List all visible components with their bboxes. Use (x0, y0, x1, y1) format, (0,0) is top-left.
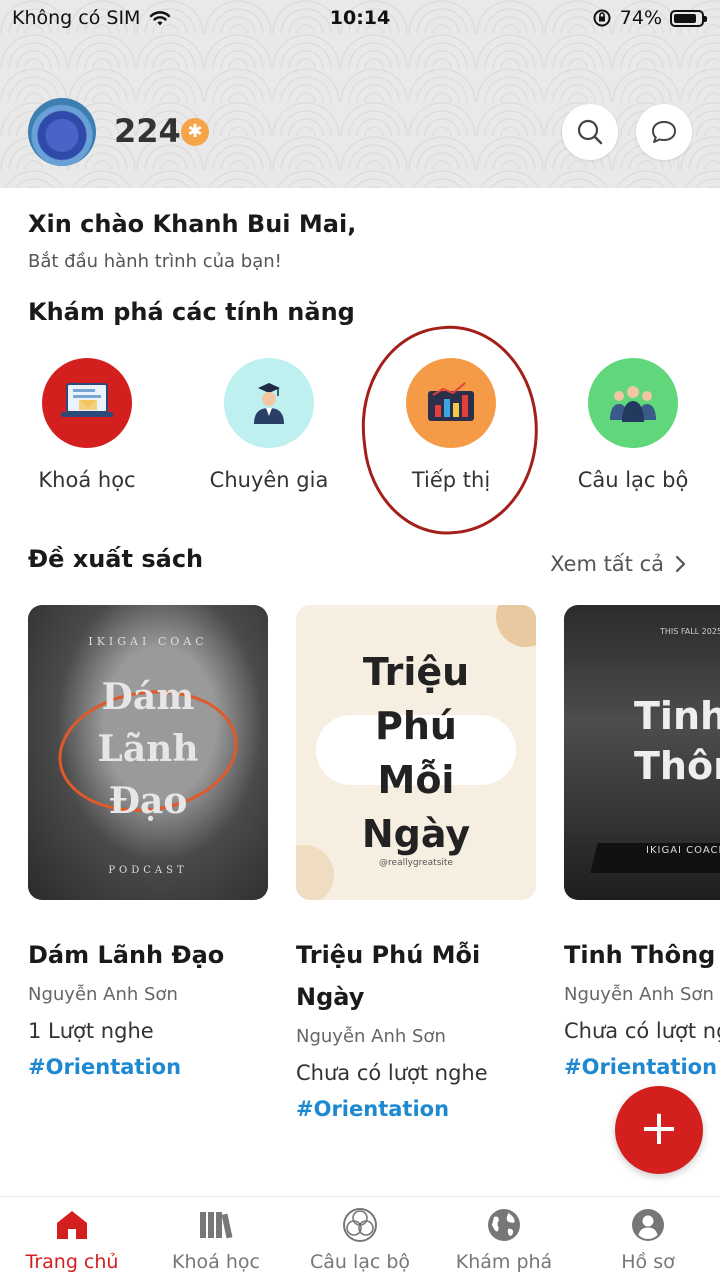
cover-title-line: Dám (101, 676, 195, 718)
book-card[interactable]: IKIGAI COAC Dám Lãnh Đạo PODCAST Dám Lãn… (28, 605, 268, 1079)
expert-icon (224, 358, 314, 448)
nav-label: Khám phá (455, 1251, 553, 1273)
cover-title-line: Phú (375, 704, 457, 748)
nav-item-profile[interactable]: Hồ sơ (576, 1197, 720, 1280)
feature-courses[interactable]: Khoá học (0, 358, 177, 492)
plus-icon: + (638, 1100, 680, 1156)
cover-top-text: IKIGAI COAC (88, 635, 208, 648)
cover-title-line: Tinh (634, 694, 720, 738)
feature-label: Chuyên gia (209, 468, 329, 492)
cover-site: @reallygreatsite (379, 858, 453, 868)
search-button[interactable] (562, 104, 618, 160)
see-all-link[interactable]: Xem tất cả (550, 552, 686, 576)
book-tag[interactable]: #Orientation (28, 1055, 268, 1079)
book-cover[interactable]: IKIGAI COAC Dám Lãnh Đạo PODCAST (28, 605, 268, 900)
book-title: Triệu Phú Mỗi Ngày (296, 941, 481, 1011)
nav-label: Khoá học (172, 1251, 260, 1273)
cover-small-text: THIS FALL 2025 (660, 627, 720, 636)
battery-percent: 74% (619, 7, 662, 29)
cover-decoration (496, 605, 536, 647)
cover-title: Dám Lãnh Đạo (28, 671, 268, 827)
greeting-subtitle: Bắt đầu hành trình của bạn! (28, 251, 282, 272)
book-tag[interactable]: #Orientation (296, 1097, 536, 1121)
book-cover[interactable]: Triệu Phú Mỗi Ngày @reallygreatsite (296, 605, 536, 900)
see-all-label: Xem tất cả (550, 552, 664, 576)
club-icon (588, 358, 678, 448)
nav-item-home[interactable]: Trang chủ (0, 1197, 144, 1280)
book-author: Nguyễn Anh Sơn (28, 984, 178, 1005)
battery-icon (670, 9, 707, 27)
book-listens: Chưa có lượt nghe (296, 1061, 488, 1085)
highlight-annotation (351, 317, 549, 543)
bottom-nav: Trang chủ Khoá học Câu lạc bộ Khám phá H… (0, 1196, 720, 1280)
cover-stage-text: IKIGAI COACH (646, 845, 720, 856)
nav-label: Câu lạc bộ (309, 1251, 411, 1273)
coin-icon: ✱ (181, 118, 209, 146)
cover-title-line: Mỗi (377, 758, 455, 802)
status-bar: Không có SIM 10:14 74% (0, 0, 720, 36)
book-listens: 1 Lượt nghe (28, 1019, 154, 1043)
books-icon (144, 1207, 288, 1243)
cover-title-line: Lãnh (97, 728, 199, 770)
feature-experts[interactable]: Chuyên gia (179, 358, 359, 492)
features-title: Khám phá các tính năng (28, 298, 355, 326)
feature-clubs[interactable]: Câu lạc bộ (543, 358, 720, 492)
cover-title-line: Ngày (361, 812, 471, 856)
book-tag[interactable]: #Orientation (564, 1055, 720, 1079)
cover-title-line: Thôn (634, 744, 720, 788)
nav-item-explore[interactable]: Khám phá (432, 1197, 576, 1280)
feature-label: Khoá học (38, 468, 136, 492)
cover-title: Tinh Thôn (634, 691, 720, 791)
book-card[interactable]: THIS FALL 2025 Tinh Thôn IKIGAI COACH Ti… (564, 605, 720, 1079)
points-count: 224 (114, 112, 181, 150)
status-right: 74% (592, 7, 707, 29)
book-author: Nguyễn Anh Sơn (564, 984, 714, 1005)
book-card[interactable]: Triệu Phú Mỗi Ngày @reallygreatsite Triệ… (296, 605, 536, 1121)
profile-icon (576, 1207, 720, 1243)
rotation-lock-icon (593, 9, 611, 27)
cover-bottom-text: PODCAST (108, 865, 188, 876)
book-author: Nguyễn Anh Sơn (296, 1026, 446, 1047)
greeting-title: Xin chào Khanh Bui Mai, (28, 210, 357, 238)
nav-item-courses[interactable]: Khoá học (144, 1197, 288, 1280)
nav-item-clubs[interactable]: Câu lạc bộ (288, 1197, 432, 1280)
nav-label: Hồ sơ (621, 1251, 675, 1273)
add-button[interactable]: + (615, 1086, 703, 1174)
cover-title: Triệu Phú Mỗi Ngày (296, 645, 536, 861)
chat-button[interactable] (636, 104, 692, 160)
course-icon (42, 358, 132, 448)
books-title: Đề xuất sách (28, 545, 204, 573)
avatar[interactable] (28, 98, 96, 166)
search-icon (577, 119, 603, 145)
nav-label: Trang chủ (25, 1251, 119, 1273)
home-icon (0, 1207, 144, 1243)
cover-title-line: Đạo (108, 780, 188, 822)
book-cover[interactable]: THIS FALL 2025 Tinh Thôn IKIGAI COACH (564, 605, 720, 900)
chat-icon (652, 121, 676, 143)
club-icon (288, 1207, 432, 1243)
book-title: Dám Lãnh Đạo (28, 941, 225, 969)
book-title: Tinh Thông (564, 941, 716, 969)
cover-title-line: Triệu (362, 650, 470, 694)
book-listens: Chưa có lượt ng (564, 1019, 720, 1043)
feature-label: Câu lạc bộ (577, 468, 689, 492)
globe-icon (432, 1207, 576, 1243)
chevron-right-icon (675, 555, 686, 573)
